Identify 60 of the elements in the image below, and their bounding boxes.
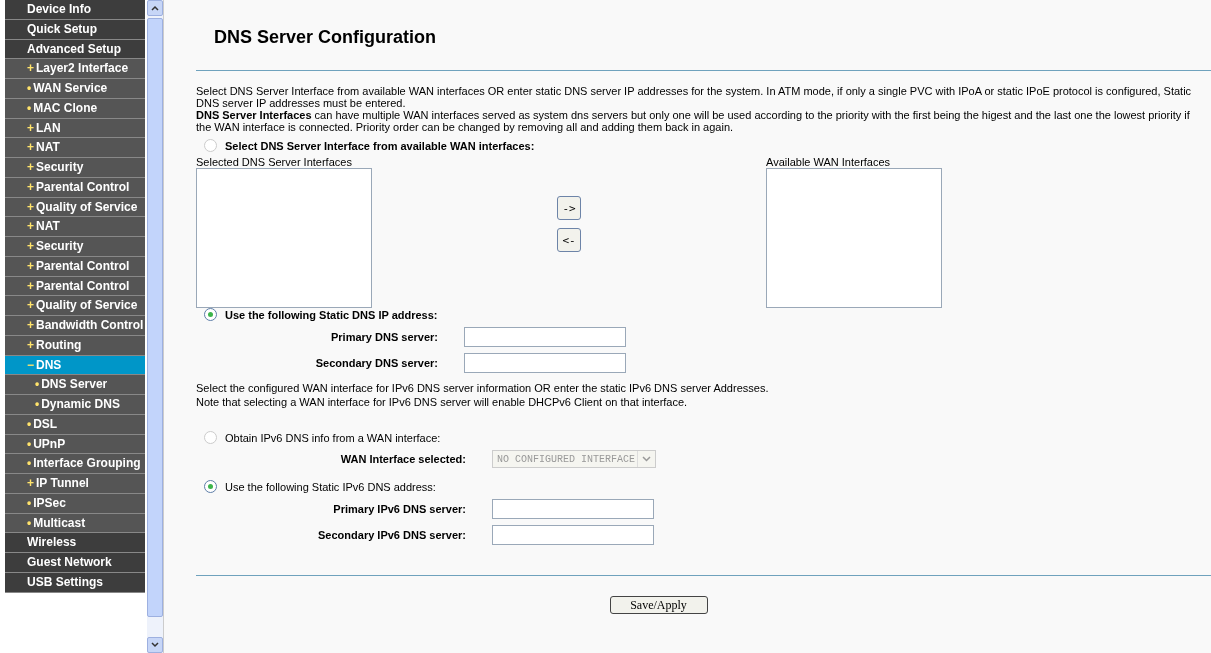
field-label: Primary IPv6 DNS server:	[332, 503, 466, 515]
menu-item[interactable]: + Quality of Service	[5, 296, 146, 316]
option-label: Obtain IPv6 DNS info from a WAN interface:	[225, 431, 441, 444]
input-field[interactable]	[492, 499, 654, 519]
menu-item[interactable]: • Interface Grouping	[5, 454, 146, 474]
input-field[interactable]	[464, 327, 626, 347]
radio-button[interactable]	[204, 480, 217, 493]
menu-item[interactable]: Guest Network	[5, 553, 146, 573]
radio-button[interactable]	[204, 308, 217, 321]
menu-item[interactable]: • DSL	[5, 414, 146, 435]
menu-item[interactable]: + Quality of Service	[5, 197, 146, 218]
input-field[interactable]	[464, 353, 626, 373]
option-label: Select DNS Server Interface from available WAN interfaces:	[225, 139, 535, 152]
save-apply-button[interactable]: Save/Apply	[609, 596, 708, 614]
menu-item[interactable]: + Parental Control	[5, 177, 146, 198]
menu-item[interactable]: USB Settings	[5, 572, 146, 593]
page-title: DNS Server Configuration	[214, 27, 438, 48]
menu-item[interactable]: + NAT	[5, 138, 146, 158]
available-interfaces-list[interactable]	[766, 168, 942, 308]
menu-item[interactable]: • IPSec	[5, 493, 146, 514]
field-label: WAN Interface selected:	[339, 453, 466, 465]
description-text: Note that selecting a WAN interface for IPv6 DNS server will enable DHCPv6 Client on that interface.	[196, 395, 689, 409]
move-button[interactable]: <-	[557, 228, 581, 252]
menu-item[interactable]: + Layer2 Interface	[5, 59, 146, 79]
list-label: Available WAN Interfaces	[766, 156, 892, 168]
field-label: Secondary IPv6 DNS server:	[317, 529, 466, 541]
menu-item[interactable]: + Parental Control	[5, 256, 146, 277]
selected-interfaces-list[interactable]	[196, 168, 372, 308]
menu-item[interactable]: + IP Tunnel	[5, 474, 146, 494]
menu-item[interactable]: + Parental Control	[5, 276, 146, 297]
field-label: Primary DNS server:	[330, 331, 438, 343]
scroll-up-icon[interactable]	[147, 0, 163, 16]
menu-item[interactable]: • MAC Clone	[5, 98, 146, 119]
menu-item[interactable]: • WAN Service	[5, 79, 146, 99]
menu-item[interactable]: + Security	[5, 158, 146, 178]
option-label: Use the following Static IPv6 DNS address:	[225, 480, 436, 493]
menu-item[interactable]: • UPnP	[5, 434, 146, 455]
radio-button[interactable]	[204, 431, 217, 444]
option-label: Use the following Static DNS IP address:	[225, 308, 438, 321]
menu-item[interactable]: Device Info	[5, 0, 146, 20]
menu-item[interactable]: + Bandwidth Control	[5, 316, 146, 336]
menu-item[interactable]: Advanced Setup	[5, 39, 146, 60]
input-field[interactable]	[492, 525, 654, 545]
menu-item[interactable]: + LAN	[5, 118, 146, 139]
menu-item[interactable]: • Dynamic DNS	[5, 395, 146, 415]
description-text: Select DNS Server Interface from available WAN interfaces OR enter static DNS server IP addresses for the system. In ATM mode, if only a single PVC with IPoA or static IPoE protocol is configured, Static DNS server IP addresses must be entered.	[196, 85, 1193, 109]
scroll-down-icon[interactable]	[147, 637, 163, 653]
field-label: Secondary DNS server:	[314, 357, 438, 369]
description-text: DNS Server Interfaces can have multiple WAN interfaces served as system dns servers but only one will be used according to the priority with the first being the higest and the last one the lowest priority if the WAN interface is connected. Priority order can be changed by removing all and adding them back in again.	[196, 109, 1191, 133]
menu-item[interactable]: • Multicast	[5, 513, 146, 534]
radio-button[interactable]	[204, 139, 217, 152]
description-text: Select the configured WAN interface for IPv6 DNS server information OR enter the static IPv6 DNS server Addresses.	[196, 381, 770, 395]
list-label: Selected DNS Server Interfaces	[196, 156, 353, 168]
menu-item[interactable]: + Routing	[5, 335, 146, 356]
menu-item[interactable]: + Security	[5, 237, 146, 257]
menu-item[interactable]: Quick Setup	[5, 19, 146, 40]
move-button[interactable]: ->	[557, 196, 581, 220]
menu-item[interactable]: • DNS Server	[5, 375, 146, 395]
menu-item[interactable]: Wireless	[5, 533, 146, 553]
menu-item[interactable]: + NAT	[5, 217, 146, 237]
